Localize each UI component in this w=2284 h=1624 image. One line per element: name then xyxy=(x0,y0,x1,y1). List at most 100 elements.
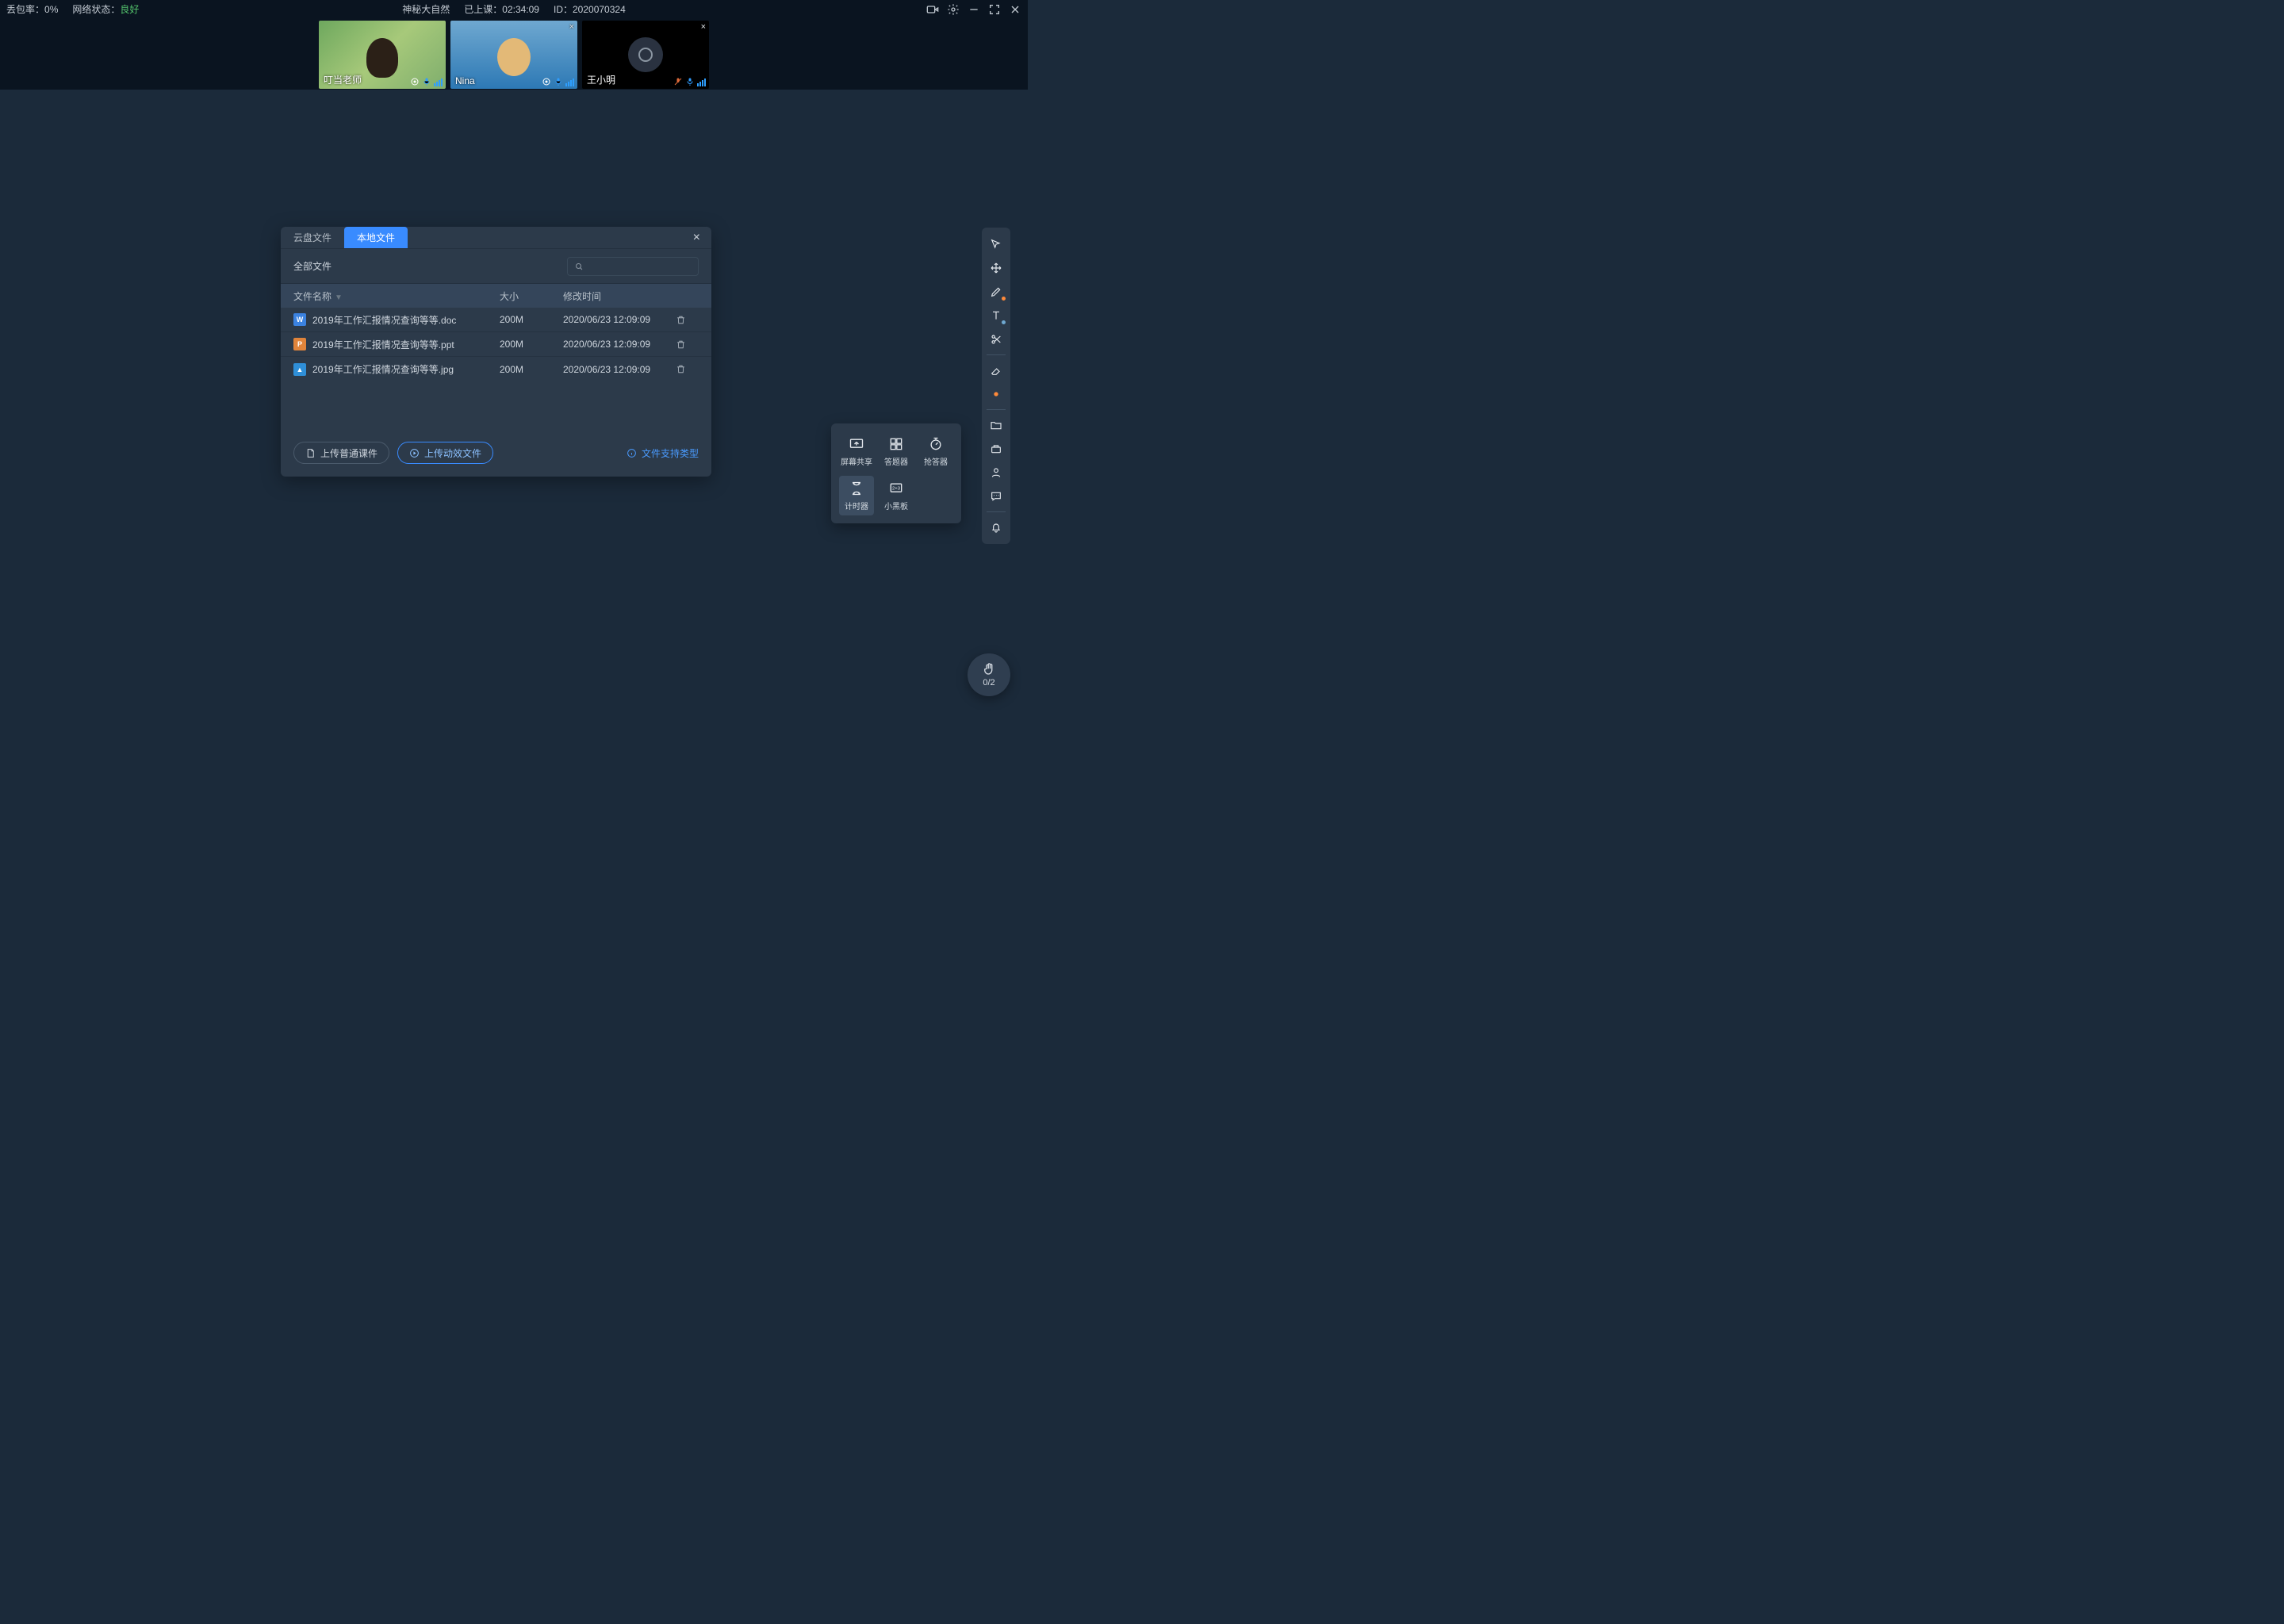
close-icon[interactable] xyxy=(1009,3,1021,16)
blackboard-icon: 2+3 xyxy=(888,481,904,496)
screen-share-icon xyxy=(849,436,864,452)
record-icon xyxy=(542,77,551,86)
record-icon xyxy=(410,77,420,86)
table-header: 文件名称 ▼ 大小 修改时间 xyxy=(281,284,711,308)
tool-timer[interactable]: 计时器 xyxy=(839,476,874,515)
camera-toggle-icon[interactable] xyxy=(926,3,939,16)
video-strip: 叮当老师 × Nina × 王小明 xyxy=(0,18,1028,90)
scissors-icon[interactable] xyxy=(984,327,1008,351)
mic-icon xyxy=(554,77,563,86)
signal-bars-icon xyxy=(434,79,443,86)
packet-loss-label: 丢包率： xyxy=(6,4,44,15)
text-icon[interactable] xyxy=(984,304,1008,327)
toolbox-icon[interactable] xyxy=(984,437,1008,461)
id-value: 2020070324 xyxy=(573,4,626,15)
delete-icon[interactable] xyxy=(669,339,692,350)
file-name: 2019年工作汇报情况查询等等.jpg xyxy=(312,362,500,376)
tile-close-icon[interactable]: × xyxy=(701,22,706,32)
mic-icon xyxy=(685,77,695,86)
top-bar-center: 神秘大自然 已上课：02:34:09 ID：2020070324 xyxy=(402,2,626,16)
tile-close-icon[interactable]: × xyxy=(569,22,574,32)
file-name: 2019年工作汇报情况查询等等.doc xyxy=(312,313,500,327)
mic-muted-icon xyxy=(673,77,683,86)
tab-cloud-files[interactable]: 云盘文件 xyxy=(281,227,344,248)
file-date: 2020/06/23 12:09:09 xyxy=(563,364,669,375)
right-toolbar xyxy=(982,228,1010,544)
pen-icon[interactable] xyxy=(984,280,1008,304)
mic-icon xyxy=(422,77,431,86)
file-size: 200M xyxy=(500,364,563,375)
search-input[interactable] xyxy=(567,257,699,276)
dialog-close-icon[interactable]: × xyxy=(682,227,711,248)
tool-screen-share[interactable]: 屏幕共享 xyxy=(839,431,874,471)
col-size-label[interactable]: 大小 xyxy=(500,289,563,303)
fullscreen-icon[interactable] xyxy=(988,3,1001,16)
tool-answerer[interactable]: 答题器 xyxy=(879,431,914,471)
table-row[interactable]: ▲ 2019年工作汇报情况查询等等.jpg 200M 2020/06/23 12… xyxy=(281,357,711,381)
file-name: 2019年工作汇报情况查询等等.ppt xyxy=(312,338,500,351)
network-value: 良好 xyxy=(120,4,139,15)
upload-animated-button[interactable]: 上传动效文件 xyxy=(397,442,493,464)
color-dot-icon[interactable] xyxy=(984,382,1008,406)
elapsed-value: 02:34:09 xyxy=(502,4,539,15)
sort-desc-icon[interactable]: ▼ xyxy=(335,293,343,302)
answerer-icon xyxy=(888,436,904,452)
filetype-image-icon: ▲ xyxy=(293,363,306,376)
hand-raise-bubble[interactable]: 0/2 xyxy=(968,653,1010,696)
responder-icon xyxy=(928,436,944,452)
move-icon[interactable] xyxy=(984,256,1008,280)
elapsed-label: 已上课： xyxy=(464,4,502,15)
signal-bars-icon xyxy=(697,79,706,86)
participant-name: 王小明 xyxy=(587,73,615,86)
eraser-icon[interactable] xyxy=(984,358,1008,382)
delete-icon[interactable] xyxy=(669,315,692,325)
table-row[interactable]: P 2019年工作汇报情况查询等等.ppt 200M 2020/06/23 12… xyxy=(281,332,711,357)
chat-icon[interactable] xyxy=(984,485,1008,508)
filter-all-files[interactable]: 全部文件 xyxy=(293,259,331,273)
play-circle-icon xyxy=(409,448,420,458)
file-date: 2020/06/23 12:09:09 xyxy=(563,339,669,350)
participant-name: Nina xyxy=(455,75,475,86)
col-date-label[interactable]: 修改时间 xyxy=(563,289,669,303)
hand-icon xyxy=(982,662,996,676)
participant-name: 叮当老师 xyxy=(324,73,362,86)
delete-icon[interactable] xyxy=(669,364,692,374)
gear-icon[interactable] xyxy=(947,3,960,16)
video-tile-teacher[interactable]: 叮当老师 xyxy=(319,21,446,89)
minimize-icon[interactable] xyxy=(968,3,980,16)
search-icon xyxy=(574,262,584,271)
top-bar: 丢包率：0% 网络状态：良好 神秘大自然 已上课：02:34:09 ID：202… xyxy=(0,0,1028,18)
file-dialog: 云盘文件 本地文件 × 全部文件 文件名称 ▼ 大小 修改时间 W 2019年工作… xyxy=(281,227,711,477)
upload-normal-button[interactable]: 上传普通课件 xyxy=(293,442,389,464)
tool-responder[interactable]: 抢答器 xyxy=(918,431,953,471)
svg-text:2+3: 2+3 xyxy=(892,486,900,491)
filetype-doc-icon: W xyxy=(293,313,306,326)
filetype-ppt-icon: P xyxy=(293,338,306,350)
tool-blackboard[interactable]: 2+3 小黑板 xyxy=(879,476,914,515)
tab-local-files[interactable]: 本地文件 xyxy=(344,227,408,248)
document-icon xyxy=(305,448,316,458)
signal-bars-icon xyxy=(565,79,574,86)
camera-off-icon xyxy=(628,37,663,72)
course-title: 神秘大自然 xyxy=(402,2,450,16)
laser-pointer-icon[interactable] xyxy=(984,232,1008,256)
video-tile-student[interactable]: × 王小明 xyxy=(582,21,709,89)
bell-icon[interactable] xyxy=(984,515,1008,539)
video-tile-student[interactable]: × Nina xyxy=(450,21,577,89)
file-date: 2020/06/23 12:09:09 xyxy=(563,314,669,325)
col-name-label[interactable]: 文件名称 xyxy=(293,291,331,302)
folder-icon[interactable] xyxy=(984,413,1008,437)
packet-loss-value: 0% xyxy=(44,4,58,15)
top-bar-left: 丢包率：0% 网络状态：良好 xyxy=(6,2,139,16)
info-icon xyxy=(627,448,637,458)
supported-types-link[interactable]: 文件支持类型 xyxy=(627,446,699,460)
table-row[interactable]: W 2019年工作汇报情况查询等等.doc 200M 2020/06/23 12… xyxy=(281,308,711,332)
hand-raise-count: 0/2 xyxy=(983,678,994,688)
id-label: ID： xyxy=(554,4,573,15)
user-icon[interactable] xyxy=(984,461,1008,485)
window-controls xyxy=(926,3,1021,16)
table-body: W 2019年工作汇报情况查询等等.doc 200M 2020/06/23 12… xyxy=(281,308,711,381)
file-size: 200M xyxy=(500,314,563,325)
file-size: 200M xyxy=(500,339,563,350)
timer-icon xyxy=(849,481,864,496)
